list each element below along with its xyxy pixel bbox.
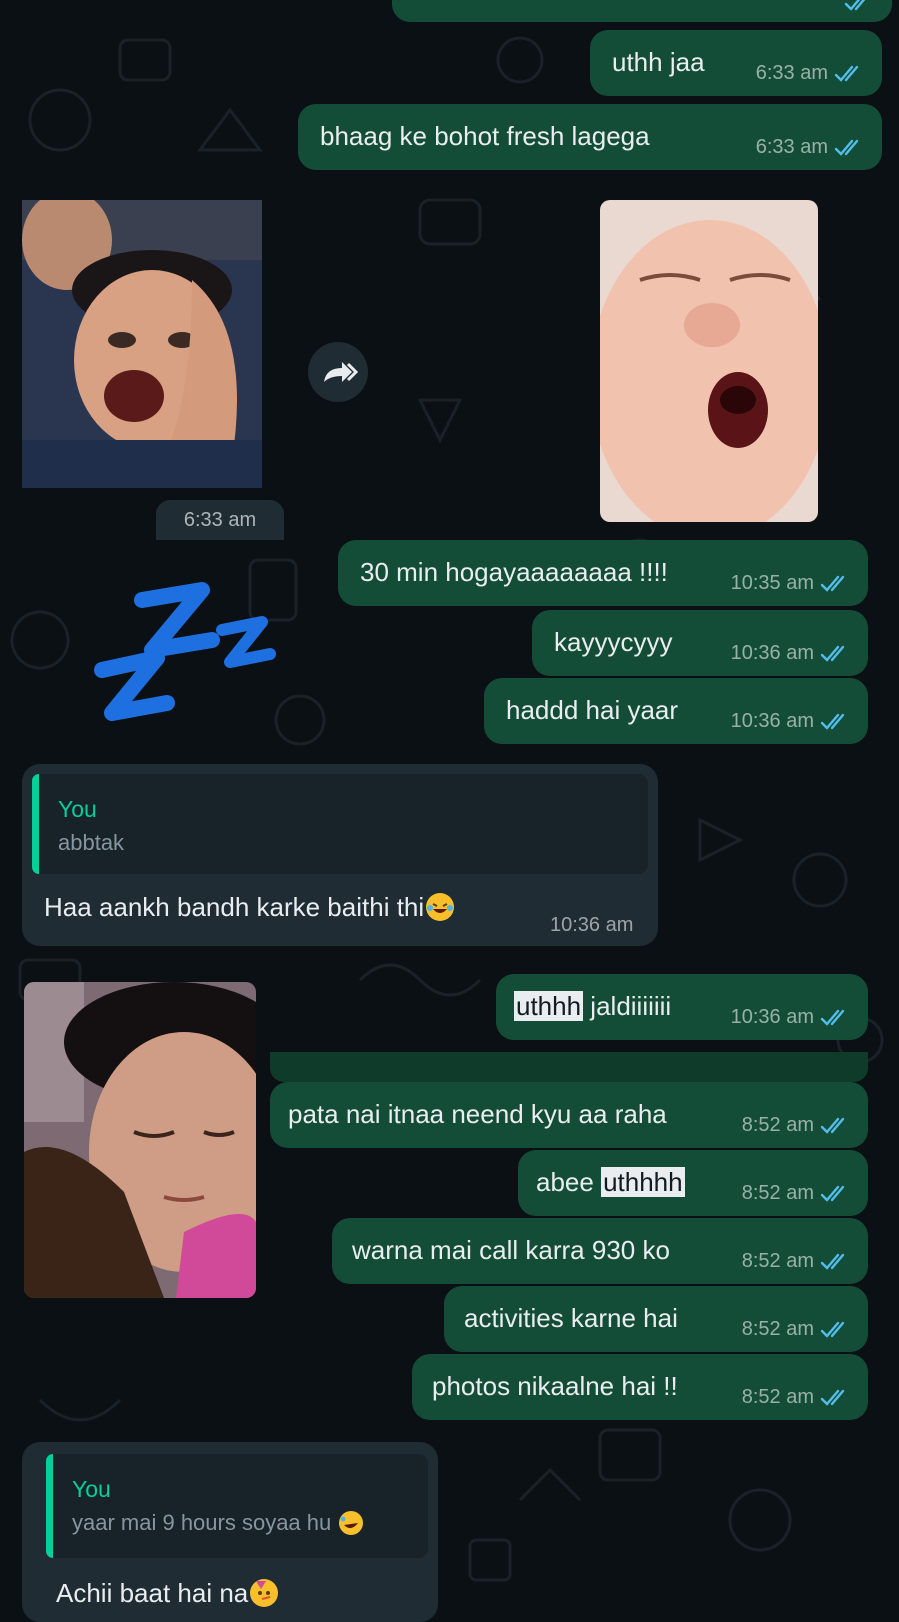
message-text: warna mai call karra 930 ko xyxy=(352,1235,670,1265)
double-tick-read-icon xyxy=(820,575,845,592)
message-time: 10:36 am xyxy=(730,642,814,664)
message-bubble-incoming[interactable]: You yaar mai 9 hours soyaa hu Achii baat… xyxy=(22,1442,438,1622)
message-bubble-outgoing[interactable]: warna mai call karra 930 ko 8:52 am xyxy=(332,1218,868,1284)
message-bubble-outgoing[interactable]: uthh jaa 6:33 am xyxy=(590,30,882,96)
message-text: kayyycyyy xyxy=(554,627,673,657)
message-time: 6:33 am xyxy=(755,62,828,84)
message-text: jaldiiiiiii xyxy=(583,991,672,1021)
quote-accent-bar xyxy=(46,1454,53,1558)
message-bubble-outgoing[interactable]: uthhh jaldiiiiiii 10:36 am xyxy=(496,974,868,1040)
double-tick-read-icon xyxy=(834,65,859,82)
party-emoji xyxy=(250,1579,279,1607)
double-tick-read-icon xyxy=(820,713,845,730)
double-tick-read-icon xyxy=(820,1253,845,1270)
message-text-wrap: uthhh jaldiiiiiii xyxy=(514,991,671,1021)
message-text: uthh jaa xyxy=(612,47,705,77)
quote-text-wrap: yaar mai 9 hours soyaa hu xyxy=(72,1510,364,1536)
message-time: 6:33 am xyxy=(183,509,257,531)
message-time: 6:33 am xyxy=(755,136,828,158)
media-timestamp: 6:33 am xyxy=(156,500,284,540)
highlighted-text: uthhh xyxy=(514,991,584,1021)
rolling-laugh-emoji xyxy=(339,1511,364,1535)
message-time: 8:52 am xyxy=(741,1318,814,1340)
message-bubble-outgoing[interactable]: activities karne hai 8:52 am xyxy=(444,1286,868,1352)
message-bubble-outgoing[interactable]: 30 min hogayaaaaaaaa !!!! 10:35 am xyxy=(338,540,868,606)
message-text-wrap: Achii baat hai na xyxy=(56,1578,279,1609)
zzz-sticker[interactable] xyxy=(92,570,282,740)
image-crying-baby[interactable] xyxy=(22,200,262,488)
message-text: 30 min hogayaaaaaaaa !!!! xyxy=(360,557,668,587)
double-tick-read-icon xyxy=(834,139,859,156)
message-time: 10:36 am xyxy=(730,710,814,732)
double-tick-read-icon xyxy=(820,1321,845,1338)
message-bubble-outgoing[interactable]: bhaag ke bohot fresh lagega 6:33 am xyxy=(298,104,882,170)
message-bubble-outgoing[interactable]: haddd hai yaar 10:36 am xyxy=(484,678,868,744)
highlighted-text: uthhhh xyxy=(601,1167,685,1197)
message-time: 10:35 am xyxy=(730,572,814,594)
double-tick-read-icon xyxy=(820,1009,845,1026)
message-bubble-outgoing[interactable]: pata nai itnaa neend kyu aa raha 8:52 am xyxy=(270,1082,868,1148)
message-time: 10:36 am xyxy=(550,914,634,936)
message-text-wrap: abee uthhhh xyxy=(536,1167,685,1197)
double-tick-read-icon xyxy=(820,645,845,662)
message-time: 8:52 am xyxy=(741,1250,814,1272)
message-text: pata nai itnaa neend kyu aa raha xyxy=(288,1099,667,1129)
message-text: abee xyxy=(536,1167,602,1197)
double-tick-read-icon xyxy=(820,1389,845,1406)
double-tick-read-icon xyxy=(820,1185,845,1202)
image-sleeping-person[interactable] xyxy=(24,982,256,1298)
message-bubble-incoming[interactable]: You abbtak Haa aankh bandh karke baithi … xyxy=(22,764,658,946)
message-text: photos nikaalne hai !! xyxy=(432,1371,678,1401)
laughing-emoji xyxy=(426,893,455,921)
message-bubble-partial[interactable] xyxy=(392,0,892,22)
message-bubble-outgoing[interactable]: photos nikaalne hai !! 8:52 am xyxy=(412,1354,868,1420)
quote-author: You xyxy=(58,796,97,822)
image-yawning-baby[interactable] xyxy=(600,200,818,522)
quoted-message[interactable]: You abbtak xyxy=(32,774,648,874)
message-time: 8:52 am xyxy=(741,1114,814,1136)
message-time: 8:52 am xyxy=(741,1182,814,1204)
double-tick-read-icon xyxy=(844,0,866,11)
message-bubble-outgoing[interactable]: kayyycyyy 10:36 am xyxy=(532,610,868,676)
message-text: haddd hai yaar xyxy=(506,695,679,725)
message-text: Haa aankh bandh karke baithi thi xyxy=(44,892,425,922)
double-tick-read-icon xyxy=(820,1117,845,1134)
quote-accent-bar xyxy=(32,774,39,874)
message-text: bhaag ke bohot fresh lagega xyxy=(320,121,650,151)
message-text-wrap: Haa aankh bandh karke baithi thi xyxy=(44,892,455,923)
message-text: activities karne hai xyxy=(464,1303,678,1333)
quoted-message[interactable]: You yaar mai 9 hours soyaa hu xyxy=(46,1454,428,1558)
quote-author: You xyxy=(72,1476,111,1502)
forward-icon xyxy=(324,362,359,382)
quote-text: yaar mai 9 hours soyaa hu xyxy=(72,1510,332,1535)
message-text: Achii baat hai na xyxy=(56,1578,249,1608)
message-bubble-partial[interactable] xyxy=(270,1052,868,1082)
message-bubble-outgoing[interactable]: abee uthhhh 8:52 am xyxy=(518,1150,868,1216)
message-time: 8:52 am xyxy=(741,1386,814,1408)
message-time: 10:36 am xyxy=(730,1006,814,1028)
quote-text: abbtak xyxy=(58,830,125,855)
forward-button[interactable] xyxy=(308,342,368,402)
